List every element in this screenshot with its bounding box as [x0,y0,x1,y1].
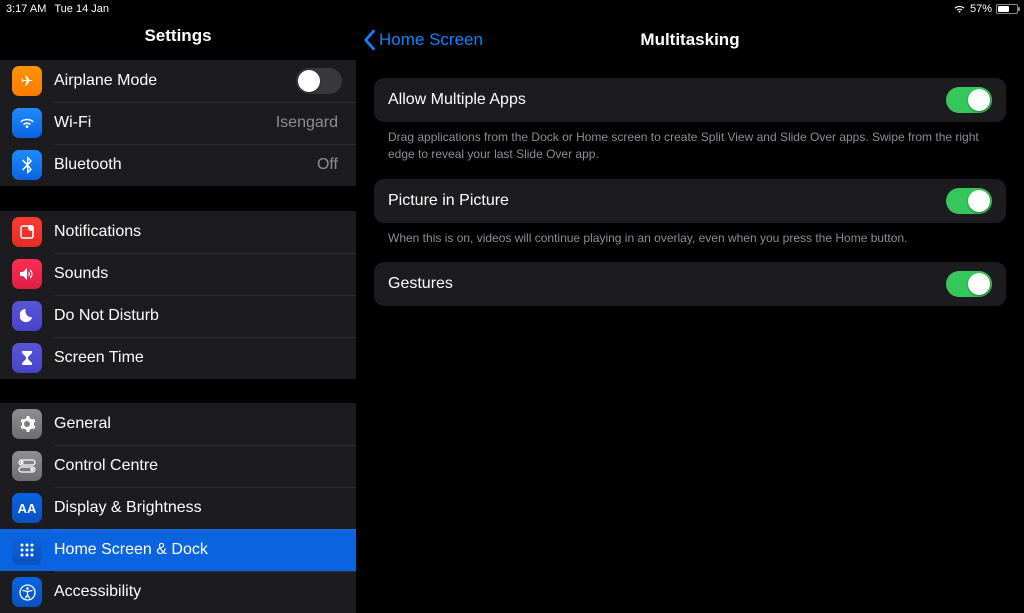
bluetooth-icon [12,150,42,180]
text-size-icon: AA [12,493,42,523]
settings-sidebar: Settings ✈︎ Airplane Mode Wi-Fi Isengard… [0,18,356,613]
sidebar-item-airplane[interactable]: ✈︎ Airplane Mode [0,60,356,102]
airplane-toggle[interactable] [296,68,342,94]
wifi-icon [12,108,42,138]
sounds-icon [12,259,42,289]
accessibility-icon [12,577,42,607]
grid-icon [12,535,42,565]
moon-icon [12,301,42,331]
status-bar: 3:17 AM Tue 14 Jan 57% [0,0,1024,18]
sidebar-item-screentime[interactable]: Screen Time [0,337,356,379]
sidebar-item-homescreen[interactable]: Home Screen & Dock [0,529,356,571]
sidebar-title: Settings [0,18,356,60]
wifi-status-icon [953,4,966,14]
detail-title: Multitasking [640,30,739,50]
sidebar-item-bluetooth[interactable]: Bluetooth Off [0,144,356,186]
sidebar-item-dnd[interactable]: Do Not Disturb [0,295,356,337]
battery-pct: 57% [970,3,992,15]
chevron-left-icon [362,29,376,51]
status-time: 3:17 AM [6,3,46,15]
sidebar-item-wifi[interactable]: Wi-Fi Isengard [0,102,356,144]
sidebar-item-accessibility[interactable]: Accessibility [0,571,356,613]
bluetooth-value: Off [317,156,338,174]
status-date: Tue 14 Jan [54,3,109,15]
switch-allow-multiple-apps[interactable] [946,87,992,113]
wifi-value: Isengard [276,114,338,132]
switch-picture-in-picture[interactable] [946,188,992,214]
sidebar-item-display[interactable]: AA Display & Brightness [0,487,356,529]
notifications-icon [12,217,42,247]
sidebar-item-general[interactable]: General [0,403,356,445]
battery-icon [996,4,1018,14]
detail-pane: Home Screen Multitasking Allow Multiple … [356,18,1024,613]
sidebar-item-notifications[interactable]: Notifications [0,211,356,253]
toggles-icon [12,451,42,481]
desc-allow-multiple-apps: Drag applications from the Dock or Home … [374,122,1006,179]
sidebar-item-control-centre[interactable]: Control Centre [0,445,356,487]
hourglass-icon [12,343,42,373]
switch-gestures[interactable] [946,271,992,297]
desc-picture-in-picture: When this is on, videos will continue pl… [374,223,1006,263]
airplane-icon: ✈︎ [12,66,42,96]
sidebar-item-sounds[interactable]: Sounds [0,253,356,295]
back-button[interactable]: Home Screen [362,18,483,62]
row-allow-multiple-apps[interactable]: Allow Multiple Apps [374,78,1006,122]
row-gestures[interactable]: Gestures [374,262,1006,306]
gear-icon [12,409,42,439]
row-picture-in-picture[interactable]: Picture in Picture [374,179,1006,223]
